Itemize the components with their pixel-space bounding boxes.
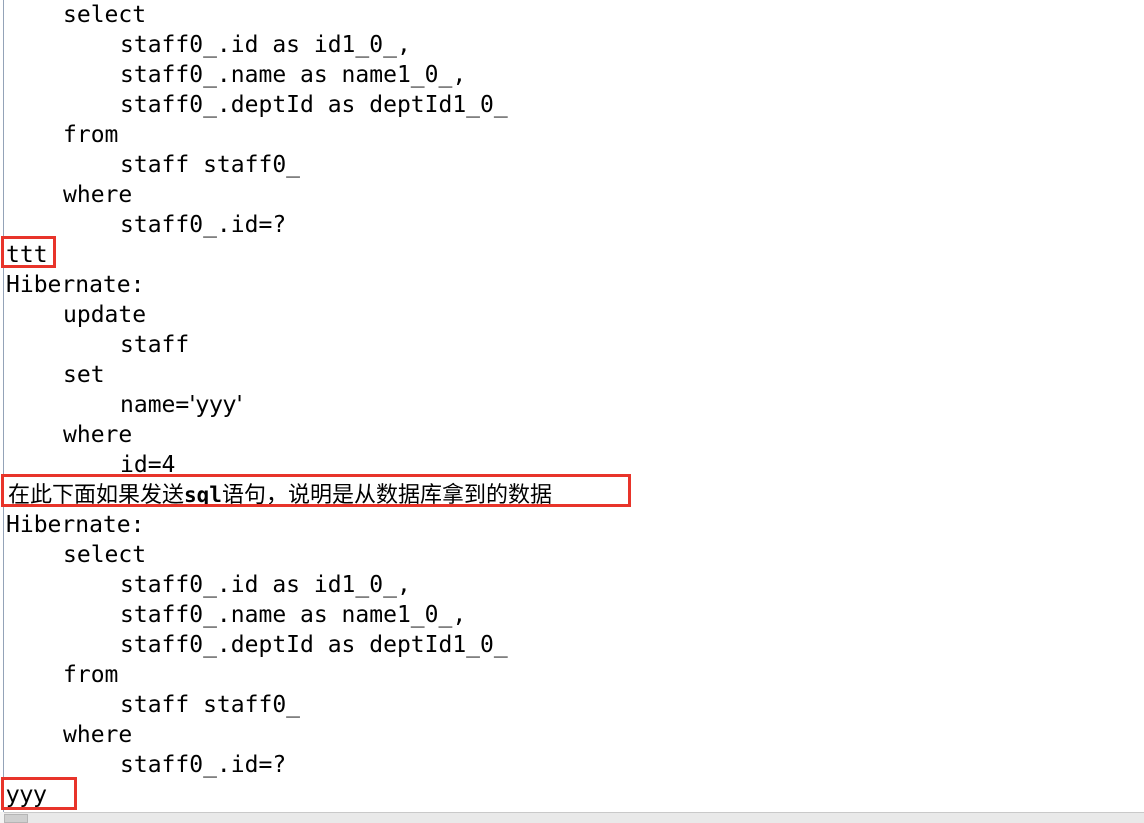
scrollbar-corner bbox=[0, 812, 4, 823]
console-echo-line-ttt: ttt bbox=[6, 242, 48, 268]
console-echo-line-yyy: yyy bbox=[6, 782, 47, 808]
annotation-note-part-1: 在此下面如果发送 bbox=[8, 483, 185, 508]
console-line: from bbox=[63, 122, 119, 148]
console-line: staff0_.id=? bbox=[120, 752, 287, 778]
console-line: staff bbox=[120, 332, 190, 358]
console-line: where bbox=[63, 182, 133, 208]
horizontal-scrollbar[interactable] bbox=[0, 812, 1144, 823]
console-line-hibernate-label: Hibernate: bbox=[6, 272, 145, 298]
annotation-note-sql-keyword: sql bbox=[184, 483, 222, 507]
console-line: staff0_.id=? bbox=[120, 212, 287, 238]
set-value-quote-close: ' bbox=[236, 392, 243, 418]
console-line: id=4 bbox=[120, 452, 176, 478]
console-line: staff0_.name as name1_0_, bbox=[120, 602, 467, 628]
console-line: set bbox=[63, 362, 105, 388]
console-line: staff0_.id as id1_0_, bbox=[120, 32, 411, 58]
set-value-literal: yyy bbox=[195, 392, 237, 418]
console-line: where bbox=[63, 422, 133, 448]
console-line: staff0_.id as id1_0_, bbox=[120, 572, 411, 598]
annotation-note-part-2: 语句，说明是从数据库拿到的数据 bbox=[221, 483, 552, 508]
set-value-prefix: name= bbox=[120, 392, 190, 418]
annotation-note-line: 在此下面如果发送sql语句，说明是从数据库拿到的数据 bbox=[0, 480, 1144, 510]
console-line: staff0_.name as name1_0_, bbox=[120, 62, 467, 88]
console-line: staff0_.deptId as deptId1_0_ bbox=[120, 632, 508, 658]
console-output-panel[interactable]: select staff0_.id as id1_0_, staff0_.nam… bbox=[0, 0, 1144, 812]
console-line: staff staff0_ bbox=[120, 692, 301, 718]
console-line-hibernate-label: Hibernate: bbox=[6, 512, 145, 538]
console-line: select bbox=[63, 2, 147, 28]
console-line: where bbox=[63, 722, 133, 748]
console-line: from bbox=[63, 662, 119, 688]
console-line: staff staff0_ bbox=[120, 152, 301, 178]
console-line: staff0_.deptId as deptId1_0_ bbox=[120, 92, 508, 118]
console-line-set-value: name='yyy' bbox=[0, 390, 1144, 420]
horizontal-scrollbar-thumb[interactable] bbox=[4, 814, 28, 823]
console-line: update bbox=[63, 302, 147, 328]
console-line: select bbox=[63, 542, 147, 568]
